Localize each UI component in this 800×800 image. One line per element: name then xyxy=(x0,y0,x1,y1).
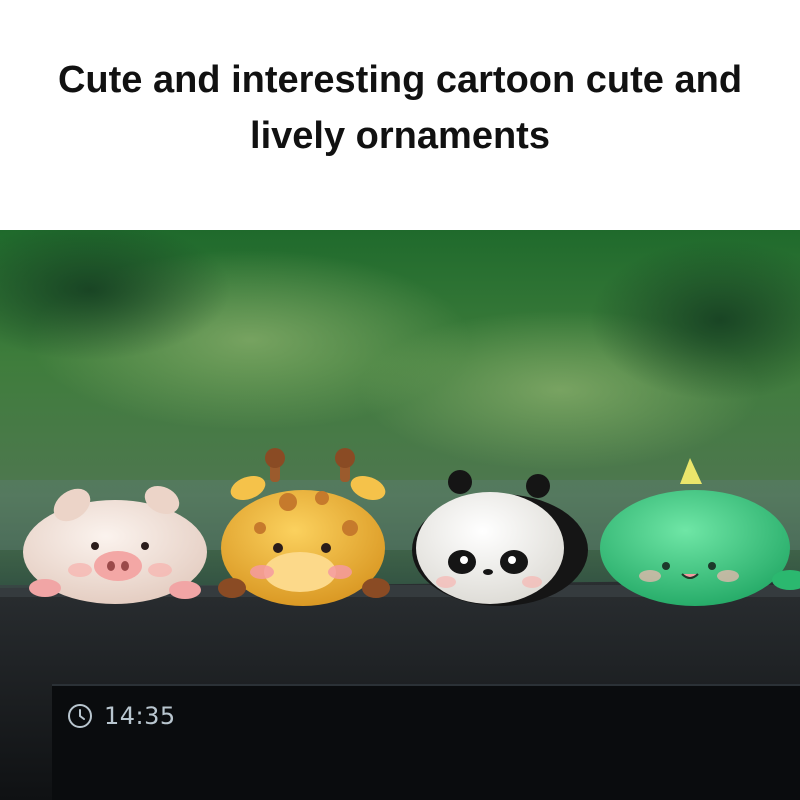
dashboard-clock: 14:35 xyxy=(66,700,176,732)
headline-line-2: lively ornaments xyxy=(250,115,550,157)
headline: Cute and interesting cartoon cute and li… xyxy=(0,52,800,164)
clock-time: 14:35 xyxy=(104,702,176,730)
clock-icon xyxy=(68,704,92,728)
product-photo: 14:35 xyxy=(0,230,800,800)
product-image: Cute and interesting cartoon cute and li… xyxy=(0,0,800,800)
headline-line-1: Cute and interesting cartoon cute and xyxy=(57,59,743,101)
